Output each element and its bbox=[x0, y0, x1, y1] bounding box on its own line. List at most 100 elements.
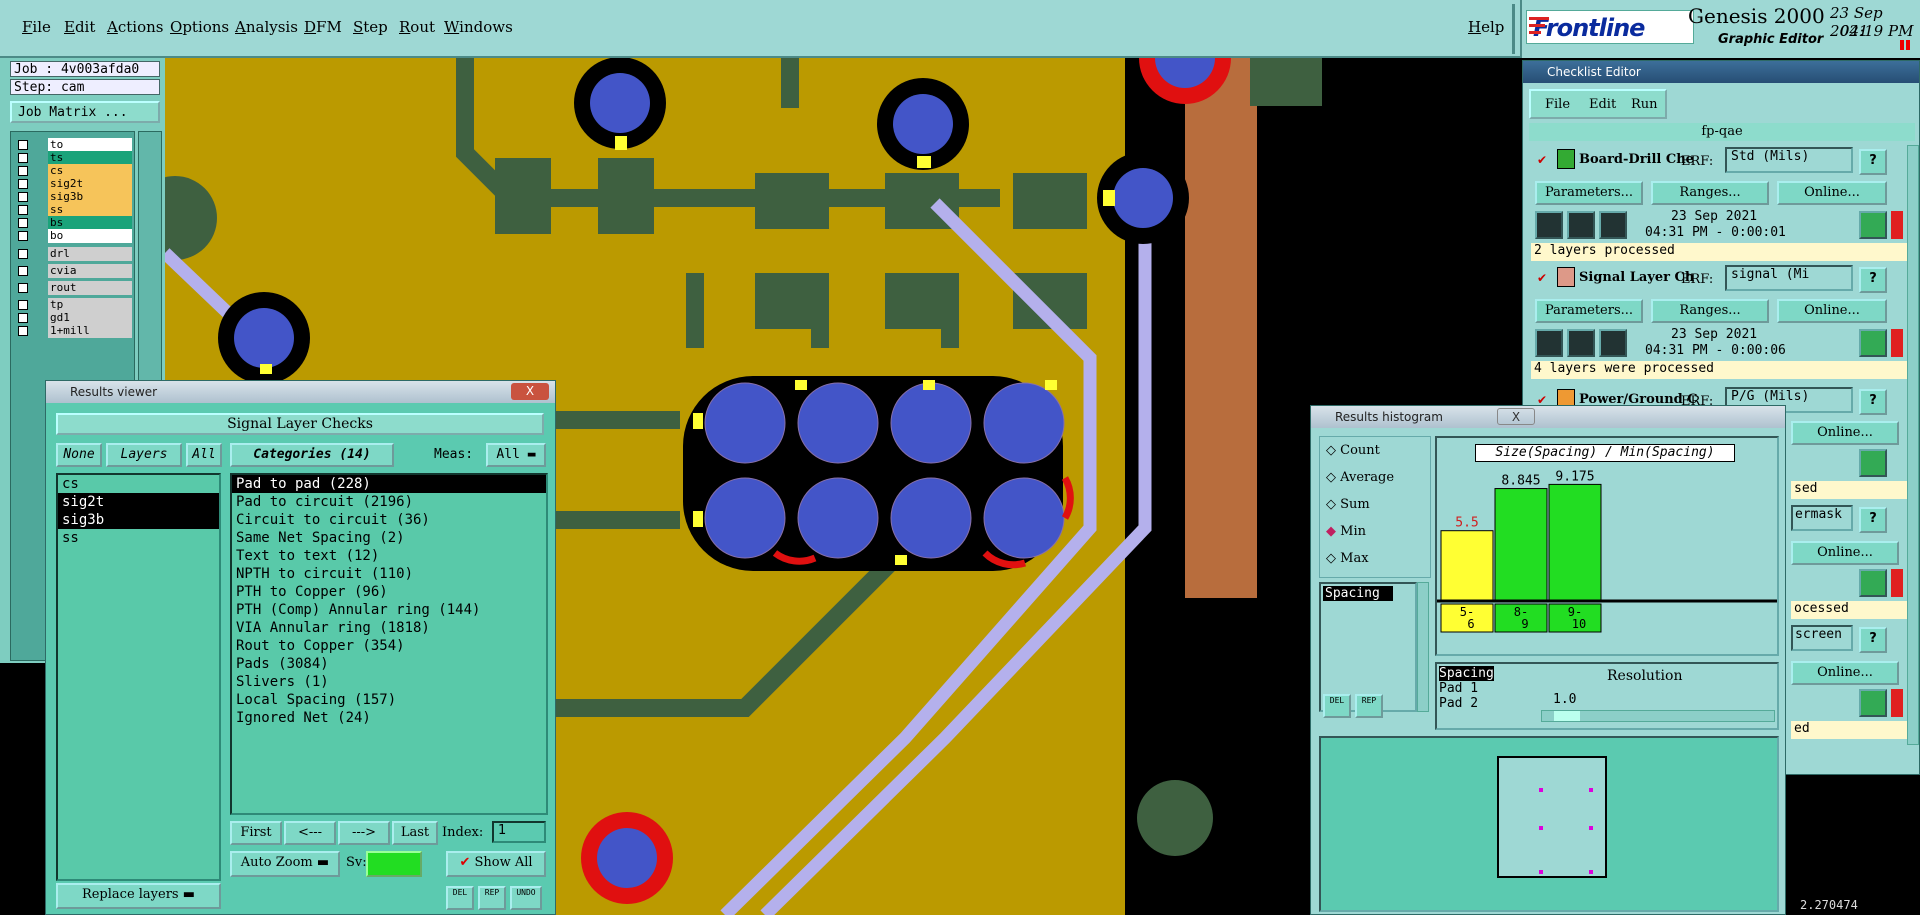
erf-field[interactable]: signal (Mi bbox=[1725, 265, 1853, 291]
check-name[interactable]: Board-Drill Che bbox=[1579, 152, 1694, 167]
layer-row-sig2t[interactable]: sig2t bbox=[14, 177, 132, 191]
online-button[interactable]: Online... bbox=[1777, 181, 1887, 205]
list-item[interactable]: cs bbox=[58, 475, 219, 493]
layer-row-to[interactable]: to bbox=[14, 138, 132, 152]
help-button[interactable]: ? bbox=[1859, 267, 1887, 293]
layer-row-tp[interactable]: tp bbox=[14, 298, 132, 312]
layer-result-list[interactable]: cs sig2t sig3b ss bbox=[56, 473, 221, 881]
zoom-icon[interactable] bbox=[1859, 329, 1887, 357]
mode-average[interactable]: ◇ Average bbox=[1326, 470, 1394, 485]
layer-name[interactable]: tp bbox=[48, 298, 132, 312]
layer-row-ts[interactable]: ts bbox=[14, 151, 132, 165]
layer-name[interactable]: cvia bbox=[48, 264, 132, 278]
measure-scrollbar[interactable] bbox=[1417, 582, 1429, 712]
list-item[interactable]: Spacing bbox=[1323, 586, 1393, 601]
job-matrix-button[interactable]: Job Matrix ... bbox=[10, 101, 160, 123]
layer-row-1mill[interactable]: 1+mill bbox=[14, 324, 132, 338]
layer-name[interactable]: rout bbox=[48, 281, 132, 295]
help-button[interactable]: ? bbox=[1859, 507, 1887, 533]
layer-row-cs[interactable]: cs bbox=[14, 164, 132, 178]
list-item[interactable]: VIA Annular ring (1818) bbox=[232, 619, 546, 637]
histogram-bar[interactable] bbox=[1440, 530, 1494, 601]
layer-checkbox[interactable] bbox=[18, 218, 28, 228]
online-button[interactable]: Online... bbox=[1791, 421, 1899, 445]
checklist-scrollbar[interactable] bbox=[1907, 145, 1919, 745]
list-item[interactable]: Rout to Copper (354) bbox=[232, 637, 546, 655]
menu-actions[interactable]: Actions bbox=[107, 18, 163, 36]
layer-row-rout[interactable]: rout bbox=[14, 281, 132, 295]
layer-row-cvia[interactable]: cvia bbox=[14, 264, 132, 278]
parameters-button[interactable]: Parameters... bbox=[1535, 299, 1643, 323]
run-icon[interactable] bbox=[1535, 211, 1563, 239]
results-viewer-titlebar[interactable]: Results viewer X bbox=[46, 381, 555, 403]
layer-row-drl[interactable]: drl bbox=[14, 247, 132, 261]
layer-name[interactable]: drl bbox=[48, 247, 132, 261]
all-button[interactable]: All bbox=[186, 443, 222, 467]
prev-button[interactable]: <--- bbox=[284, 821, 336, 845]
menu-rout[interactable]: Rout bbox=[399, 18, 435, 36]
field-list[interactable]: Spacing Pad 1 Pad 2 bbox=[1439, 666, 1494, 711]
layers-button[interactable]: Layers bbox=[106, 443, 182, 467]
checklist-titlebar[interactable]: Checklist Editor bbox=[1523, 61, 1919, 83]
layer-name[interactable]: cs bbox=[48, 164, 132, 178]
menu-step[interactable]: Step bbox=[353, 18, 388, 36]
zoom-icon[interactable] bbox=[1859, 211, 1887, 239]
list-item[interactable]: Text to text (12) bbox=[232, 547, 546, 565]
checklist-menu-run[interactable]: Run bbox=[1631, 97, 1658, 112]
online-button[interactable]: Online... bbox=[1791, 541, 1899, 565]
next-button[interactable]: ---> bbox=[338, 821, 390, 845]
menu-file[interactable]: File bbox=[22, 18, 51, 36]
show-all-toggle[interactable]: ✔ Show All bbox=[446, 851, 546, 877]
layer-checkbox[interactable] bbox=[18, 140, 28, 150]
hist-del-button[interactable]: DEL bbox=[1323, 694, 1351, 718]
ranges-button[interactable]: Ranges... bbox=[1651, 181, 1769, 205]
mode-max[interactable]: ◇ Max bbox=[1326, 551, 1369, 566]
list-item[interactable]: Ignored Net (24) bbox=[232, 709, 546, 727]
layer-name[interactable]: sig2t bbox=[48, 177, 132, 191]
menu-dfm[interactable]: DFM bbox=[304, 18, 342, 36]
zoom-icon[interactable] bbox=[1859, 449, 1887, 477]
menu-help[interactable]: Help bbox=[1468, 18, 1504, 36]
list-item[interactable]: NPTH to circuit (110) bbox=[232, 565, 546, 583]
layer-name[interactable]: gd1 bbox=[48, 311, 132, 325]
online-button[interactable]: Online... bbox=[1777, 299, 1887, 323]
replace-layers-dropdown[interactable]: Replace layers ▬ bbox=[56, 883, 221, 909]
list-item[interactable]: Circuit to circuit (36) bbox=[232, 511, 546, 529]
erf-field[interactable]: screen bbox=[1791, 625, 1853, 651]
list-item[interactable]: Pads (3084) bbox=[232, 655, 546, 673]
parameters-button[interactable]: Parameters... bbox=[1535, 181, 1643, 205]
ranges-button[interactable]: Ranges... bbox=[1651, 299, 1769, 323]
menu-edit[interactable]: Edit bbox=[64, 18, 95, 36]
histogram-bar[interactable] bbox=[1548, 483, 1602, 601]
layer-checkbox[interactable] bbox=[18, 313, 28, 323]
mode-count[interactable]: ◇ Count bbox=[1326, 443, 1380, 458]
histogram-close-button[interactable]: X bbox=[1497, 408, 1535, 425]
list-item[interactable]: Spacing bbox=[1439, 666, 1494, 681]
erf-field[interactable]: Std (Mils) bbox=[1725, 147, 1853, 173]
sv-dropdown[interactable] bbox=[366, 851, 422, 877]
auto-zoom-dropdown[interactable]: Auto Zoom ▬ bbox=[230, 851, 340, 877]
mode-min[interactable]: ◆ Min bbox=[1326, 524, 1366, 539]
layer-name[interactable]: to bbox=[48, 138, 132, 152]
layer-checkbox[interactable] bbox=[18, 249, 28, 259]
histogram-bar[interactable] bbox=[1494, 488, 1548, 601]
layer-checkbox[interactable] bbox=[18, 266, 28, 276]
help-button[interactable]: ? bbox=[1859, 149, 1887, 175]
zoom-icon[interactable] bbox=[1859, 689, 1887, 717]
layer-name[interactable]: sig3b bbox=[48, 190, 132, 204]
layer-checkbox[interactable] bbox=[18, 192, 28, 202]
run-all-icon[interactable] bbox=[1567, 329, 1595, 357]
layer-row-bo[interactable]: bo bbox=[14, 229, 132, 243]
list-item[interactable]: Pad 1 bbox=[1439, 681, 1494, 696]
categories-button[interactable]: Categories (14) bbox=[230, 443, 394, 467]
last-button[interactable]: Last bbox=[392, 821, 438, 845]
run-stop-icon[interactable] bbox=[1599, 329, 1627, 357]
del-button[interactable]: DEL bbox=[446, 886, 474, 910]
layer-checkbox[interactable] bbox=[18, 283, 28, 293]
list-item[interactable]: Pad to circuit (2196) bbox=[232, 493, 546, 511]
online-button[interactable]: Online... bbox=[1791, 661, 1899, 685]
layer-checkbox[interactable] bbox=[18, 300, 28, 310]
category-list[interactable]: Pad to pad (228) Pad to circuit (2196) C… bbox=[230, 473, 548, 815]
first-button[interactable]: First bbox=[230, 821, 282, 845]
layer-row-gd1[interactable]: gd1 bbox=[14, 311, 132, 325]
